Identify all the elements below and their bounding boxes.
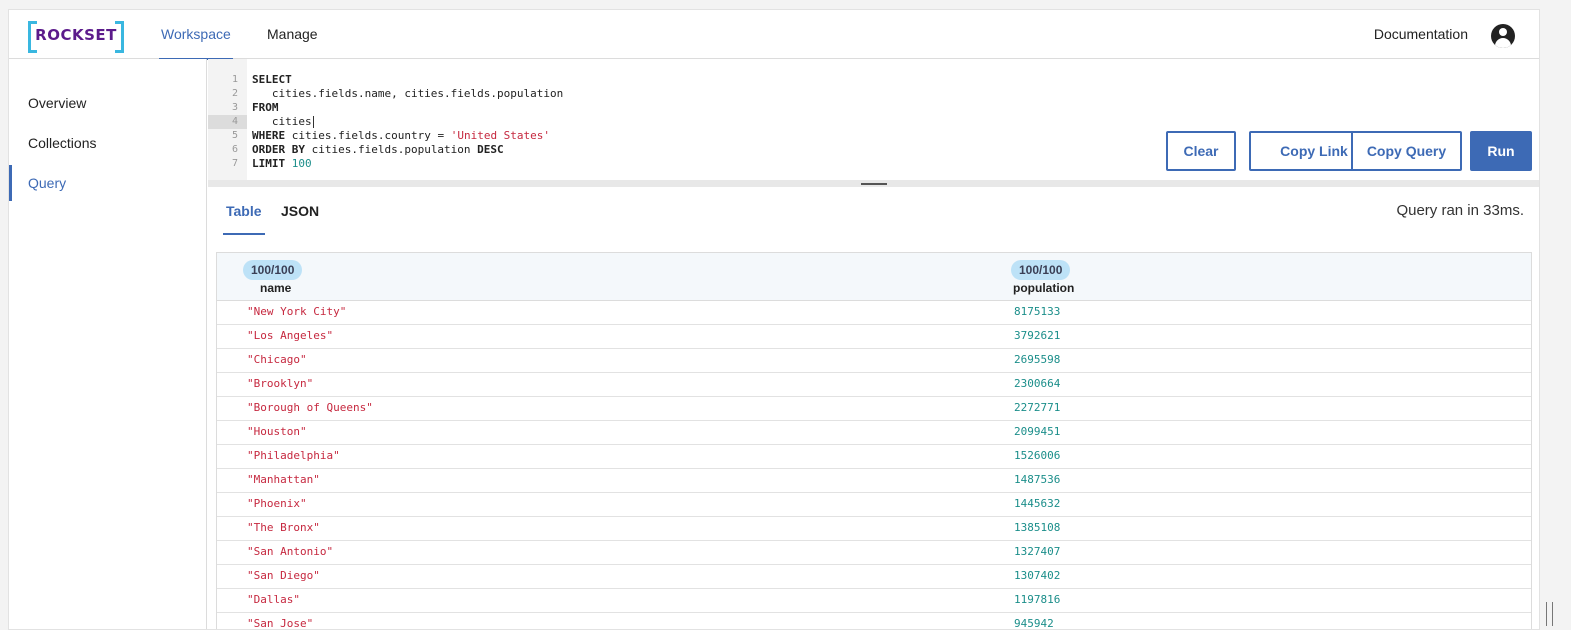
code-line[interactable]: LIMIT 100: [252, 157, 312, 171]
cell-name: "Philadelphia": [247, 449, 340, 462]
code-line[interactable]: SELECT: [252, 73, 292, 87]
table-row[interactable]: "Houston" 2099451: [217, 421, 1531, 445]
sql-text: cities.fields.population: [304, 143, 478, 156]
sql-string: 'United States': [450, 129, 551, 142]
table-row[interactable]: "Chicago" 2695598: [217, 349, 1531, 373]
cell-name: "San Antonio": [247, 545, 334, 558]
cell-name: "Chicago": [247, 353, 307, 366]
cell-name: "Houston": [247, 425, 307, 438]
results-table: 100/100 name 100/100 population "New Yor…: [216, 252, 1532, 630]
column-header-population[interactable]: population: [1013, 281, 1074, 295]
cell-name: "Manhattan": [247, 473, 320, 486]
cell-population: 1327407: [1014, 545, 1061, 558]
sql-text: cities: [252, 115, 312, 128]
cell-population: 8175133: [1014, 305, 1061, 318]
table-row[interactable]: "Philadelphia" 1526006: [217, 445, 1531, 469]
column-count-badge: 100/100: [1011, 260, 1071, 280]
sidebar-item-collections[interactable]: Collections: [9, 125, 207, 161]
table-row[interactable]: "Borough of Queens" 2272771: [217, 397, 1531, 421]
code-line[interactable]: WHERE cities.fields.country = 'United St…: [252, 129, 550, 143]
logo-text: ROCKSET: [35, 26, 117, 44]
line-number: 3: [231, 102, 238, 113]
copy-query-button[interactable]: Copy Query: [1351, 131, 1462, 171]
sql-keyword: FROM: [252, 101, 279, 114]
user-circle-icon[interactable]: [1491, 24, 1515, 48]
code-line[interactable]: cities: [252, 115, 314, 129]
sql-number: 100: [291, 157, 312, 170]
cell-name: "New York City": [247, 305, 347, 318]
cell-name: "San Jose": [247, 617, 314, 630]
cell-population: 1526006: [1014, 449, 1061, 462]
app-window: ROCKSET Workspace Manage Documentation O…: [8, 9, 1540, 630]
cell-name: "Brooklyn": [247, 377, 314, 390]
documentation-link[interactable]: Documentation: [1374, 10, 1468, 59]
run-button[interactable]: Run: [1470, 131, 1532, 171]
table-row[interactable]: "Brooklyn" 2300664: [217, 373, 1531, 397]
drag-handle-icon[interactable]: [861, 183, 887, 185]
code-line[interactable]: cities.fields.name, cities.fields.popula…: [252, 87, 563, 101]
sql-editor[interactable]: 1 2 3 4 5 6 7 SELECT cities.fields.name, citie…: [208, 59, 1539, 180]
sql-keyword: ORDER BY: [252, 143, 305, 156]
cell-population: 1197816: [1014, 593, 1061, 606]
line-number: 4: [231, 116, 238, 127]
line-number: 2: [231, 88, 238, 99]
code-line[interactable]: ORDER BY cities.fields.population DESC: [252, 143, 504, 157]
cell-name: "Borough of Queens": [247, 401, 373, 414]
table-row[interactable]: "San Antonio" 1327407: [217, 541, 1531, 565]
cell-population: 2099451: [1014, 425, 1061, 438]
cell-name: "Los Angeles": [247, 329, 334, 342]
line-number: 1: [231, 74, 238, 85]
sql-text: cities.fields.name, cities.fields.popula…: [252, 87, 564, 100]
rockset-logo[interactable]: ROCKSET: [28, 21, 124, 53]
table-row[interactable]: "Los Angeles" 3792621: [217, 325, 1531, 349]
line-number: 5: [231, 130, 238, 141]
sidebar-item-query[interactable]: Query: [9, 165, 207, 201]
editor-results-splitter[interactable]: [208, 180, 1539, 187]
line-number: 7: [231, 158, 238, 169]
cell-population: 2695598: [1014, 353, 1061, 366]
tab-json[interactable]: JSON: [281, 203, 319, 235]
cell-name: "San Diego": [247, 569, 320, 582]
column-header-name[interactable]: name: [260, 281, 291, 295]
cell-population: 2300664: [1014, 377, 1061, 390]
table-row[interactable]: "The Bronx" 1385108: [217, 517, 1531, 541]
top-navbar: ROCKSET Workspace Manage Documentation: [9, 10, 1539, 60]
cell-name: "Dallas": [247, 593, 300, 606]
table-header: 100/100 name 100/100 population: [217, 253, 1531, 301]
sidebar: Overview Collections Query: [9, 59, 207, 629]
column-count-badge: 100/100: [243, 260, 303, 280]
nav-tab-workspace[interactable]: Workspace: [159, 10, 233, 60]
clear-button[interactable]: Clear: [1166, 131, 1236, 171]
cell-population: 1445632: [1014, 497, 1061, 510]
nav-tab-manage[interactable]: Manage: [267, 10, 318, 59]
table-row[interactable]: "Phoenix" 1445632: [217, 493, 1531, 517]
cell-population: 1385108: [1014, 521, 1061, 534]
sql-text: cities.fields.country =: [285, 129, 451, 142]
cell-population: 3792621: [1014, 329, 1061, 342]
text-cursor: [312, 116, 314, 128]
cell-name: "The Bronx": [247, 521, 320, 534]
line-number: 6: [231, 144, 238, 155]
sql-keyword: WHERE: [252, 129, 286, 142]
sql-keyword: LIMIT: [252, 157, 286, 170]
sql-keyword: SELECT: [252, 73, 292, 86]
table-row[interactable]: "Dallas" 1197816: [217, 589, 1531, 613]
sql-keyword: DESC: [477, 143, 504, 156]
cell-population: 2272771: [1014, 401, 1061, 414]
sidebar-item-overview[interactable]: Overview: [9, 85, 207, 121]
query-runtime-text: Query ran in 33ms.: [1396, 202, 1524, 219]
table-row[interactable]: "San Jose" 945942: [217, 613, 1531, 630]
table-row[interactable]: "New York City" 8175133: [217, 301, 1531, 325]
resize-grip-icon[interactable]: [1546, 602, 1553, 626]
table-row[interactable]: "Manhattan" 1487536: [217, 469, 1531, 493]
cell-population: 1487536: [1014, 473, 1061, 486]
cell-population: 945942: [1014, 617, 1054, 630]
tab-table[interactable]: Table: [223, 203, 265, 235]
table-row[interactable]: "San Diego" 1307402: [217, 565, 1531, 589]
code-line[interactable]: FROM: [252, 101, 279, 115]
cell-name: "Phoenix": [247, 497, 307, 510]
cell-population: 1307402: [1014, 569, 1061, 582]
